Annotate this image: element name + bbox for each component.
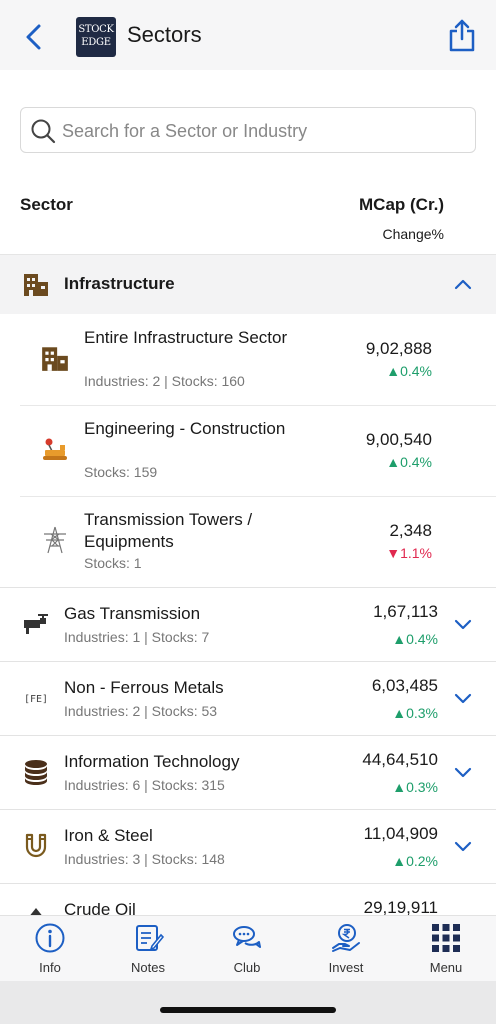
sector-row-non-ferrous-metals[interactable]: [FE] Non - Ferrous Metals Industries: 2 … xyxy=(0,661,496,735)
chevron-down-icon[interactable] xyxy=(454,692,472,706)
item-meta: Stocks: 1 xyxy=(84,555,142,571)
group-name: Infrastructure xyxy=(64,274,175,293)
change-value: ▼1.1% xyxy=(386,545,432,561)
sector-meta: Industries: 2 | Stocks: 53 xyxy=(64,703,218,719)
change-value: ▲0.3% xyxy=(392,779,438,795)
sector-row-iron-steel[interactable]: Iron & Steel Industries: 3 | Stocks: 148… xyxy=(0,809,496,883)
sector-group-infrastructure[interactable]: Infrastructure xyxy=(0,254,496,314)
change-value: ▲0.4% xyxy=(386,454,432,470)
app-header: STOCK EDGE Sectors xyxy=(0,0,496,70)
nav-label: Info xyxy=(39,960,61,975)
change-value: ▲0.4% xyxy=(392,631,438,647)
nav-menu[interactable]: Menu xyxy=(406,922,486,980)
change-value: ▲0.2% xyxy=(392,853,438,869)
item-name: Transmission Towers / Equipments xyxy=(84,510,253,551)
change-column-header[interactable]: Change% xyxy=(383,226,445,242)
sector-meta: Industries: 3 | Stocks: 148 xyxy=(64,851,225,867)
list-item[interactable]: Entire Infrastructure Sector Industries:… xyxy=(20,315,496,406)
info-icon xyxy=(35,923,65,953)
sector-name: Gas Transmission xyxy=(64,604,201,623)
sector-row-gas-transmission[interactable]: Gas Transmission Industries: 1 | Stocks:… xyxy=(0,587,496,661)
search-box[interactable] xyxy=(20,107,476,153)
back-chevron-icon[interactable] xyxy=(22,22,46,52)
nav-label: Club xyxy=(233,960,261,975)
transmission-tower-icon xyxy=(44,526,66,554)
chevron-up-icon[interactable] xyxy=(454,277,472,291)
bottom-nav: Info Notes Club Invest Menu xyxy=(0,915,496,981)
mcap-column-header[interactable]: MCap (Cr.) xyxy=(359,195,444,215)
bulldozer-icon xyxy=(43,438,67,460)
sector-name: Information Technology xyxy=(64,752,240,771)
nav-club[interactable]: Club xyxy=(207,922,287,980)
chevron-down-icon[interactable] xyxy=(454,618,472,632)
sector-meta: Industries: 1 | Stocks: 7 xyxy=(64,629,210,645)
grid-menu-icon xyxy=(432,924,460,952)
sector-name: Iron & Steel xyxy=(64,826,153,845)
item-name: Engineering - Construction xyxy=(84,419,286,438)
database-icon xyxy=(25,760,47,785)
nav-label: Menu xyxy=(429,960,463,975)
chat-bubbles-icon xyxy=(233,926,261,948)
chevron-down-icon[interactable] xyxy=(454,766,472,780)
home-indicator[interactable] xyxy=(160,1007,336,1013)
gas-pipe-icon xyxy=(24,614,48,634)
home-indicator-area xyxy=(0,981,496,1024)
mcap-value: 9,02,888 xyxy=(365,339,432,358)
list-item[interactable]: Engineering - Construction Stocks: 159 9… xyxy=(20,406,496,497)
stockedge-logo: STOCK EDGE xyxy=(76,17,116,57)
chevron-down-icon[interactable] xyxy=(454,840,472,854)
change-value: ▲0.4% xyxy=(386,363,432,379)
item-meta: Industries: 2 | Stocks: 160 xyxy=(84,373,245,389)
sector-row-information-technology[interactable]: Information Technology Industries: 6 | S… xyxy=(0,735,496,809)
change-value: ▲0.3% xyxy=(392,705,438,721)
mcap-value: 1,67,113 xyxy=(373,602,438,621)
sector-meta: Industries: 6 | Stocks: 315 xyxy=(64,777,225,793)
nav-label: Notes xyxy=(131,960,165,975)
rupee-hand-icon xyxy=(332,924,360,952)
nav-label: Invest xyxy=(328,960,364,975)
buildings-icon xyxy=(42,347,68,371)
item-name: Entire Infrastructure Sector xyxy=(84,328,288,347)
buildings-icon xyxy=(24,274,48,296)
nav-notes[interactable]: Notes xyxy=(108,922,188,980)
search-icon xyxy=(31,119,56,144)
nav-info[interactable]: Info xyxy=(10,922,90,980)
item-meta: Stocks: 159 xyxy=(84,464,158,480)
notes-icon xyxy=(136,925,164,951)
fe-element-icon: [FE] xyxy=(23,694,49,705)
mcap-value: 6,03,485 xyxy=(371,676,438,695)
sector-column-header[interactable]: Sector xyxy=(20,195,73,215)
nav-invest[interactable]: Invest xyxy=(306,922,386,980)
list-item[interactable]: Transmission Towers / Equipments Stocks:… xyxy=(20,497,496,588)
search-input[interactable] xyxy=(62,116,462,146)
sector-name: Non - Ferrous Metals xyxy=(64,678,224,697)
page-title: Sectors xyxy=(127,22,202,47)
mcap-value: 44,64,510 xyxy=(362,750,438,769)
magnet-icon xyxy=(25,833,47,858)
share-icon[interactable] xyxy=(448,18,476,52)
mcap-value: 11,04,909 xyxy=(363,824,438,843)
mcap-value: 9,00,540 xyxy=(365,430,432,449)
mcap-value: 2,348 xyxy=(389,521,432,540)
